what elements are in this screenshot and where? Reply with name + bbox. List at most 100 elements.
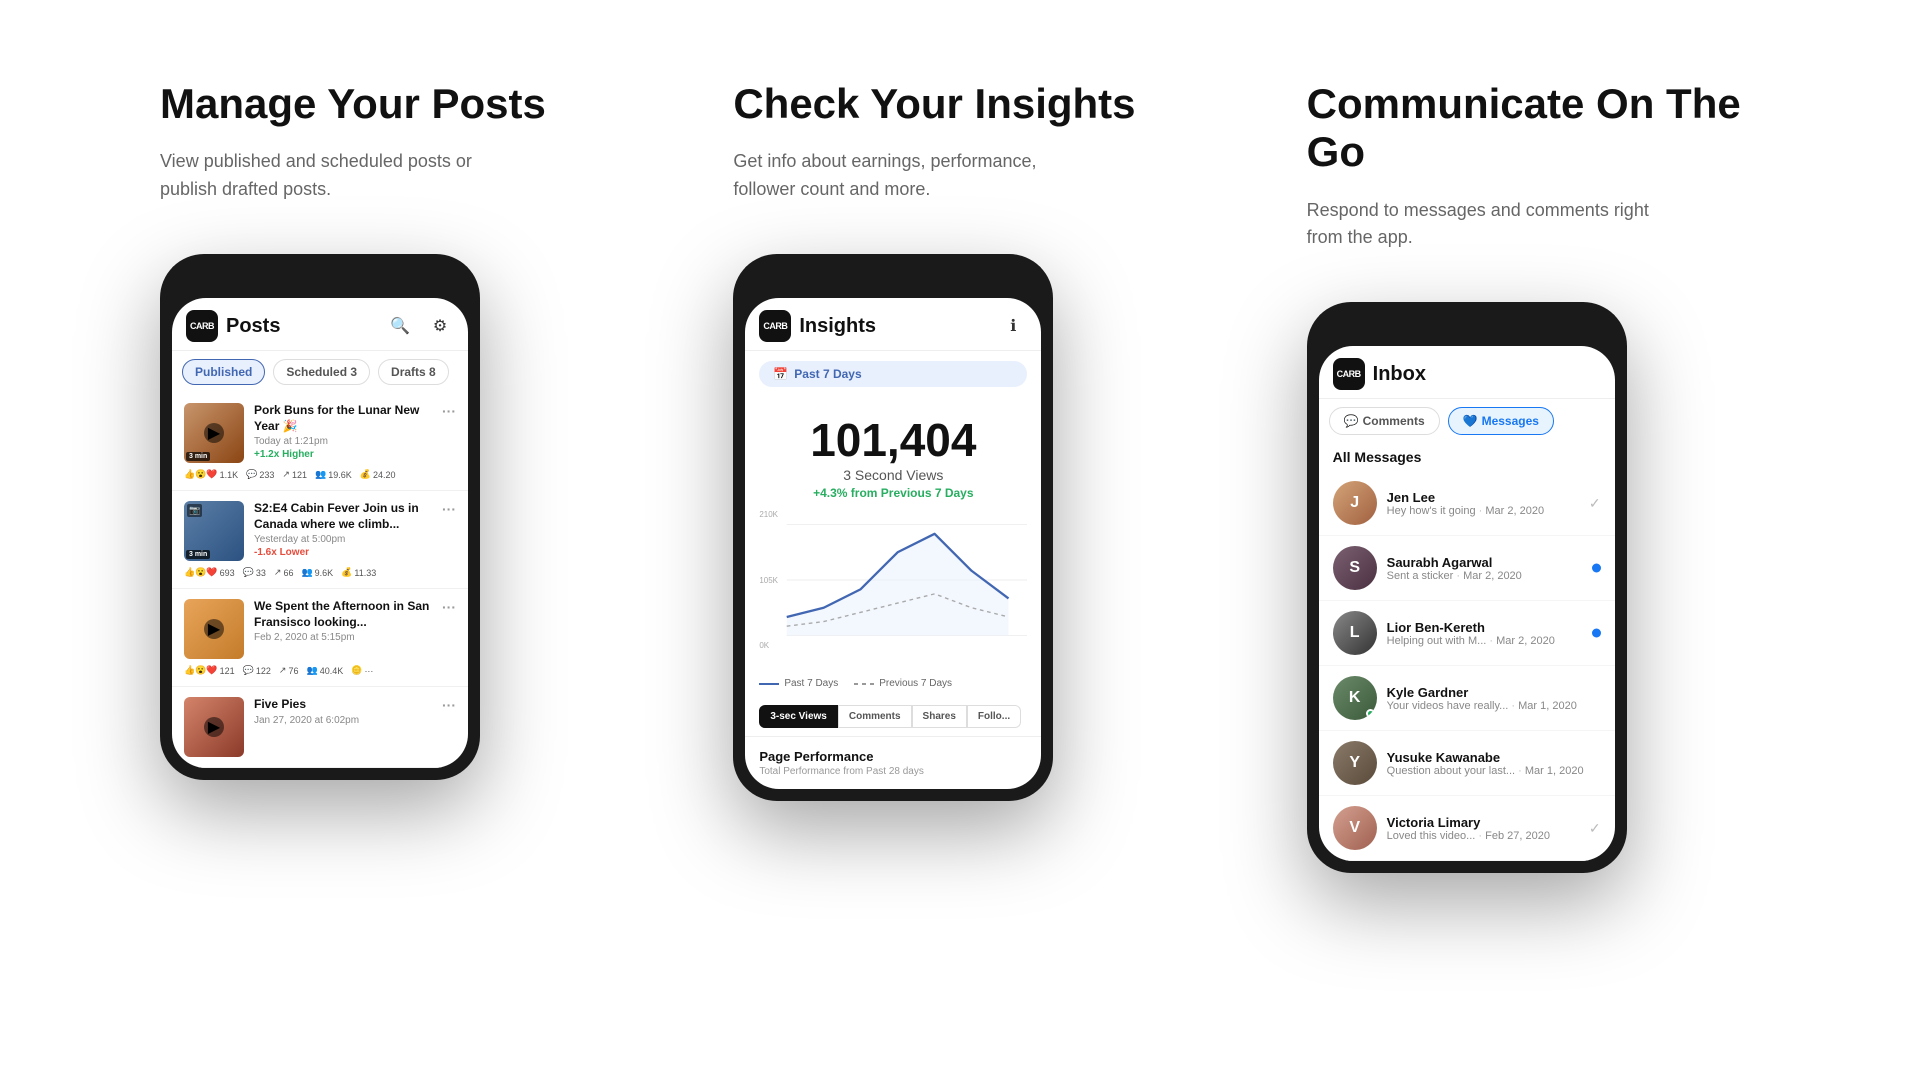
feature-desc-insights: Get info about earnings, performance, fo…	[733, 148, 1093, 204]
calendar-icon: 📅	[773, 367, 788, 381]
feature-title-posts: Manage Your Posts	[160, 80, 546, 128]
insights-title: Insights	[799, 315, 876, 338]
msg-name-jen: Jen Lee	[1387, 490, 1601, 505]
post-more-cabin[interactable]: ···	[442, 501, 456, 517]
message-item-lior[interactable]: L Lior Ben-Kereth Helping out with M... …	[1319, 601, 1615, 666]
inbox-app: CARB Inbox 💬 Comments 💙 Messages	[1319, 346, 1615, 861]
cam-icon-cabin: 📷	[187, 504, 202, 517]
messages-tab-label: Messages	[1482, 414, 1539, 428]
message-item-kyle[interactable]: K Kyle Gardner Your videos have really..…	[1319, 666, 1615, 731]
filter-icon[interactable]: ⚙	[426, 312, 454, 340]
message-item-jen[interactable]: J Jen Lee Hey how's it going · Mar 2, 20…	[1319, 471, 1615, 536]
y-label-mid: 105K	[759, 576, 778, 585]
phone-notch-inbox	[1319, 314, 1615, 346]
post-item-sf[interactable]: ▶ We Spent the Afternoon in San Fransisc…	[172, 589, 468, 687]
post-item-pies[interactable]: ▶ Five Pies Jan 27, 2020 at 6:02pm ···	[172, 687, 468, 768]
legend-previous: Previous 7 Days	[854, 678, 952, 689]
phone-inbox: CARB Inbox 💬 Comments 💙 Messages	[1307, 302, 1627, 873]
chart-svg	[759, 510, 1027, 650]
search-icon[interactable]: 🔍	[386, 312, 414, 340]
phone-posts: CARB Posts 🔍 ⚙ Published Scheduled 3 Dra…	[160, 254, 480, 780]
post-date-pies: Jan 27, 2020 at 6:02pm	[254, 715, 432, 726]
reach-stat-cabin: 👥9.6K	[301, 567, 333, 578]
post-item-pork[interactable]: 3 min ▶ Pork Buns for the Lunar New Year…	[172, 393, 468, 491]
notch-posts	[255, 266, 385, 292]
feature-title-insights: Check Your Insights	[733, 80, 1135, 128]
feature-title-inbox: Communicate On The Go	[1307, 80, 1760, 177]
page-perf-sub: Total Performance from Past 28 days	[759, 766, 1027, 777]
post-date-cabin: Yesterday at 5:00pm	[254, 534, 432, 545]
post-perf-pork: +1.2x Higher	[254, 449, 432, 460]
tab-drafts[interactable]: Drafts 8	[378, 359, 449, 385]
earnings-stat-pork: 💰24.20	[360, 469, 396, 480]
comments-tab-icon: 💬	[1344, 414, 1359, 428]
unread-dot-lior	[1592, 629, 1601, 638]
post-item-top-sf: ▶ We Spent the Afternoon in San Fransisc…	[184, 599, 456, 659]
post-info-pies: Five Pies Jan 27, 2020 at 6:02pm	[254, 697, 432, 728]
post-more-sf[interactable]: ···	[442, 599, 456, 615]
chart-tab-3sec[interactable]: 3-sec Views	[759, 705, 838, 728]
post-thumb-sf: ▶	[184, 599, 244, 659]
posts-header: CARB Posts 🔍 ⚙	[172, 298, 468, 351]
metric-change: +4.3% from Previous 7 Days	[759, 486, 1027, 500]
notch-insights	[828, 266, 958, 292]
duration-badge-cabin: 3 min	[186, 550, 210, 559]
phone-notch-posts	[172, 266, 468, 298]
inbox-title: Inbox	[1373, 363, 1426, 386]
main-container: Manage Your Posts View published and sch…	[0, 0, 1920, 873]
message-item-yusuke[interactable]: Y Yusuke Kawanabe Question about your la…	[1319, 731, 1615, 796]
reactions-stat-pork: 👍😮❤️ 1.1K	[184, 469, 238, 480]
posts-tabs-bar: Published Scheduled 3 Drafts 8	[172, 351, 468, 393]
big-metric: 101,404 3 Second Views +4.3% from Previo…	[745, 397, 1041, 510]
period-selector[interactable]: 📅 Past 7 Days	[759, 361, 1027, 387]
tab-messages[interactable]: 💙 Messages	[1448, 407, 1554, 435]
shares-stat-cabin: ↗66	[274, 567, 294, 578]
chart-legend: Past 7 Days Previous 7 Days	[745, 670, 1041, 697]
post-more-pork[interactable]: ···	[442, 403, 456, 419]
carb-logo-insights: CARB	[759, 310, 791, 342]
info-icon[interactable]: ℹ	[999, 312, 1027, 340]
post-item-top-pork: 3 min ▶ Pork Buns for the Lunar New Year…	[184, 403, 456, 463]
msg-name-victoria: Victoria Limary	[1387, 815, 1601, 830]
post-item-top-pies: ▶ Five Pies Jan 27, 2020 at 6:02pm ···	[184, 697, 456, 757]
post-title-sf: We Spent the Afternoon in San Fransisco …	[254, 599, 432, 630]
read-checkmark-jen: ✓	[1589, 495, 1601, 512]
comments-stat-sf: 💬122	[243, 665, 271, 676]
avatar-saurabh: S	[1333, 546, 1377, 590]
tab-published[interactable]: Published	[182, 359, 265, 385]
feature-column-posts: Manage Your Posts View published and sch…	[100, 80, 673, 780]
posts-title: Posts	[226, 315, 280, 338]
chart-tab-comments[interactable]: Comments	[838, 705, 912, 728]
message-item-victoria[interactable]: V Victoria Limary Loved this video... · …	[1319, 796, 1615, 861]
msg-name-lior: Lior Ben-Kereth	[1387, 620, 1601, 635]
play-icon-pies: ▶	[204, 717, 224, 737]
comments-tab-label: Comments	[1363, 414, 1425, 428]
msg-content-victoria: Victoria Limary Loved this video... · Fe…	[1387, 815, 1601, 842]
tab-scheduled[interactable]: Scheduled 3	[273, 359, 370, 385]
feature-column-inbox: Communicate On The Go Respond to message…	[1247, 80, 1820, 873]
post-item-cabin[interactable]: 3 min 📷 S2:E4 Cabin Fever Join us in Can…	[172, 491, 468, 589]
posts-header-icons: 🔍 ⚙	[386, 312, 454, 340]
post-thumb-pork: 3 min ▶	[184, 403, 244, 463]
chart-tabs: 3-sec Views Comments Shares Follo...	[745, 697, 1041, 736]
chart-tab-followers[interactable]: Follo...	[967, 705, 1021, 728]
post-stats-cabin: 👍😮❤️693 💬33 ↗66 👥9.6K 💰11.33	[184, 567, 456, 578]
unread-dot-saurabh	[1592, 564, 1601, 573]
phone-insights: CARB Insights ℹ 📅 Past 7 Days 101,404 3 …	[733, 254, 1053, 801]
avatar-yusuke: Y	[1333, 741, 1377, 785]
msg-content-kyle: Kyle Gardner Your videos have really... …	[1387, 685, 1601, 712]
msg-content-yusuke: Yusuke Kawanabe Question about your last…	[1387, 750, 1601, 777]
tab-comments[interactable]: 💬 Comments	[1329, 407, 1440, 435]
avatar-kyle: K	[1333, 676, 1377, 720]
reach-stat-sf: 👥40.4K	[306, 665, 343, 676]
msg-preview-victoria: Loved this video... · Feb 27, 2020	[1387, 830, 1601, 842]
legend-label-current: Past 7 Days	[784, 678, 838, 689]
post-info-sf: We Spent the Afternoon in San Fransisco …	[254, 599, 432, 645]
post-more-pies[interactable]: ···	[442, 697, 456, 713]
play-icon-sf: ▶	[204, 619, 224, 639]
carb-logo-inbox: CARB	[1333, 358, 1365, 390]
message-item-saurabh[interactable]: S Saurabh Agarwal Sent a sticker · Mar 2…	[1319, 536, 1615, 601]
post-perf-cabin: -1.6x Lower	[254, 547, 432, 558]
inbox-header: CARB Inbox	[1319, 346, 1615, 399]
chart-tab-shares[interactable]: Shares	[912, 705, 967, 728]
